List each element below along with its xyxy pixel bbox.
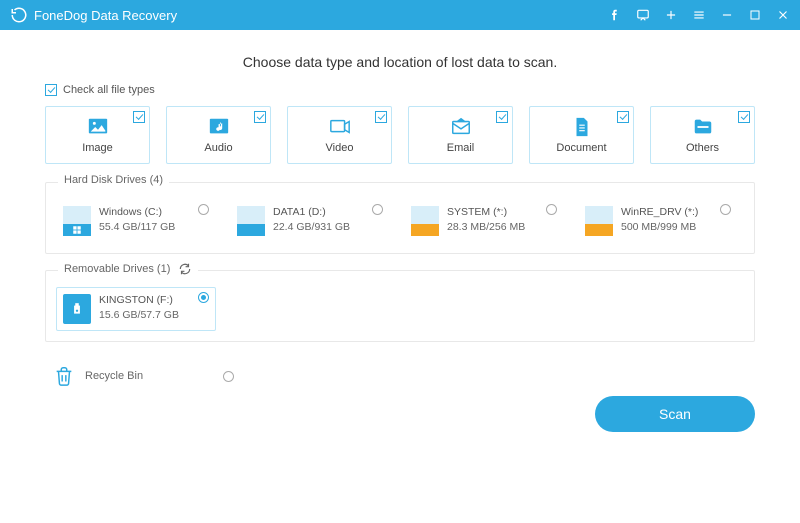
trash-icon [53,364,75,388]
drive-name: SYSTEM (*:) [447,206,525,218]
plus-icon[interactable] [664,8,678,22]
drive-item[interactable]: DATA1 (D:) 22.4 GB/931 GB [230,199,390,243]
drive-icon [585,206,613,236]
drive-item[interactable]: WinRE_DRV (*:) 500 MB/999 MB [578,199,738,243]
image-icon [85,116,111,138]
type-checkbox[interactable] [738,111,750,123]
scan-button[interactable]: Scan [595,396,755,432]
check-all-row[interactable]: Check all file types [45,84,755,96]
drive-item[interactable]: KINGSTON (F:) 15.6 GB/57.7 GB [56,287,216,331]
recycle-label: Recycle Bin [85,370,143,382]
type-card-image[interactable]: Image [45,106,150,164]
drive-icon [63,206,91,236]
close-icon[interactable] [776,8,790,22]
type-card-email[interactable]: Email [408,106,513,164]
removable-label: Removable Drives (1) [58,262,198,276]
check-all-checkbox[interactable] [45,84,57,96]
type-card-folder[interactable]: Others [650,106,755,164]
type-label: Video [326,142,354,154]
type-checkbox[interactable] [617,111,629,123]
minimize-icon[interactable] [720,8,734,22]
type-card-video[interactable]: Video [287,106,392,164]
app-title: FoneDog Data Recovery [34,8,177,23]
hard-disk-label: Hard Disk Drives (4) [58,174,169,186]
type-label: Image [82,142,113,154]
hard-disk-drives: Windows (C:) 55.4 GB/117 GB DATA1 (D:) 22.4… [56,199,744,243]
drive-item[interactable]: Windows (C:) 55.4 GB/117 GB [56,199,216,243]
maximize-icon[interactable] [748,8,762,22]
drive-radio[interactable] [372,204,383,215]
drive-radio[interactable] [198,204,209,215]
audio-icon [206,116,232,138]
type-card-document[interactable]: Document [529,106,634,164]
drive-item[interactable]: SYSTEM (*:) 28.3 MB/256 MB [404,199,564,243]
type-label: Email [447,142,475,154]
drive-radio[interactable] [546,204,557,215]
type-checkbox[interactable] [133,111,145,123]
drive-size: 28.3 MB/256 MB [447,221,525,233]
type-checkbox[interactable] [375,111,387,123]
email-icon [448,116,474,138]
facebook-icon[interactable] [608,8,622,22]
video-icon [326,116,354,138]
drive-radio[interactable] [720,204,731,215]
window-controls [608,8,790,22]
drive-icon [237,206,265,236]
type-card-audio[interactable]: Audio [166,106,271,164]
feedback-icon[interactable] [636,8,650,22]
drive-size: 55.4 GB/117 GB [99,221,175,233]
drive-name: WinRE_DRV (*:) [621,206,698,218]
type-label: Document [556,142,606,154]
logo-icon [10,6,28,24]
type-label: Audio [204,142,232,154]
drive-name: KINGSTON (F:) [99,294,179,306]
drive-radio[interactable] [198,292,209,303]
drive-name: Windows (C:) [99,206,175,218]
removable-drives: KINGSTON (F:) 15.6 GB/57.7 GB [56,287,744,331]
main-content: Choose data type and location of lost da… [0,30,800,442]
document-icon [571,116,593,138]
recycle-radio[interactable] [223,371,234,382]
folder-icon [690,116,716,138]
scan-row: Scan [45,396,755,432]
usb-icon [63,294,91,324]
drive-size: 22.4 GB/931 GB [273,221,350,233]
hard-disk-group: Hard Disk Drives (4) Windows (C:)55.4 GB… [45,182,755,254]
type-checkbox[interactable] [254,111,266,123]
menu-icon[interactable] [692,8,706,22]
drive-icon [411,206,439,236]
removable-group: Removable Drives (1) KINGSTON (F:)15.6 G… [45,270,755,342]
refresh-icon[interactable] [178,262,192,276]
recycle-row: Recycle Bin [45,358,755,390]
type-label: Others [686,142,719,154]
drive-name: DATA1 (D:) [273,206,350,218]
drive-size: 500 MB/999 MB [621,221,698,233]
file-types-row: Image Audio Video Email Document Others [45,106,755,164]
title-bar: FoneDog Data Recovery [0,0,800,30]
app-logo: FoneDog Data Recovery [10,6,177,24]
check-all-label: Check all file types [63,84,155,96]
page-heading: Choose data type and location of lost da… [45,40,755,84]
recycle-bin[interactable]: Recycle Bin [53,364,143,388]
type-checkbox[interactable] [496,111,508,123]
drive-size: 15.6 GB/57.7 GB [99,309,179,321]
